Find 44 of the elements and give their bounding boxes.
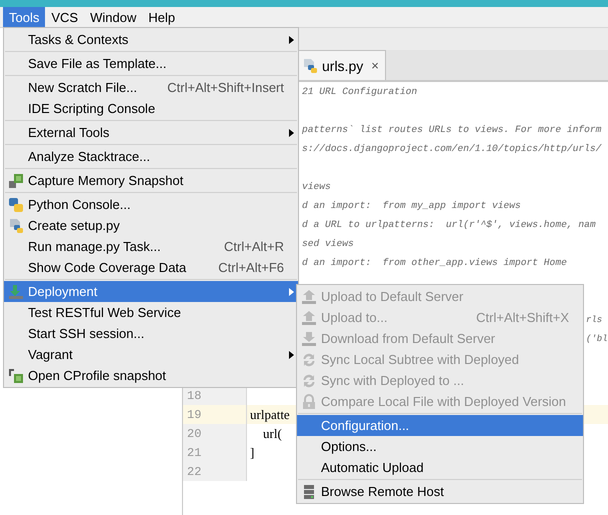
menu-item[interactable]: Test RESTful Web Service [4, 302, 298, 323]
menu-item[interactable]: Options... [297, 436, 583, 457]
menu-bar-item[interactable]: VCS [45, 7, 84, 27]
code-comment: d a URL to urlpatterns: url(r'^$', views.home, nam [302, 219, 596, 230]
menu-bar-item[interactable]: Tools [3, 7, 46, 27]
menu-item[interactable]: Python Console... [4, 194, 298, 215]
line-number: 20 [187, 426, 202, 440]
menu-item[interactable]: Configuration... [297, 415, 583, 436]
menu-item[interactable]: Automatic Upload [297, 457, 583, 478]
line-number: 19 [187, 408, 202, 422]
code-comment: d an import: from other_app.views import Home [302, 257, 567, 268]
menu-item[interactable]: Vagrant [4, 344, 298, 365]
menu-item[interactable]: Save File as Template... [4, 53, 298, 74]
menu-item[interactable]: External Tools [4, 122, 298, 143]
code-text: urlpatte [249, 406, 290, 422]
menu-item[interactable]: Tasks & Contexts [4, 29, 298, 50]
code-comment: rls [586, 314, 602, 324]
code-comment: d an import: from my_app import views [302, 200, 521, 211]
menu-item[interactable]: Capture Memory Snapshot [4, 170, 298, 191]
code-text: ] [249, 444, 254, 460]
menu-bar-item[interactable]: Help [142, 7, 182, 27]
menu-item[interactable]: New Scratch File... Ctrl+Alt+Shift+Insert [4, 77, 298, 98]
menu-item[interactable]: Browse Remote Host [297, 481, 583, 502]
line-number: 21 [187, 446, 202, 460]
code-comment: patterns` list routes URLs to views. For more inform [302, 124, 602, 135]
menu-item[interactable]: Create setup.py [4, 215, 298, 236]
menu-item[interactable]: Run manage.py Task... Ctrl+Alt+R [4, 236, 298, 257]
menu-item[interactable]: Deployment [4, 281, 298, 302]
line-number: 22 [187, 464, 202, 478]
code-comment: ('bl [586, 334, 608, 344]
menu-item[interactable]: Show Code Coverage Data Ctrl+Alt+F6 [4, 257, 298, 278]
code-comment: sed views [302, 238, 354, 249]
line-number: 18 [187, 388, 202, 402]
code-text: url( [262, 426, 282, 442]
menu-item[interactable]: Open CProfile snapshot [4, 365, 298, 386]
menu-item[interactable]: IDE Scripting Console [4, 98, 298, 119]
menu-item[interactable]: Start SSH session... [4, 323, 298, 344]
code-comment: s://docs.djangoproject.com/en/1.10/topics/http/urls/ [302, 143, 602, 154]
code-comment: views [302, 181, 331, 192]
close-icon[interactable]: × [371, 58, 379, 73]
menu-bar-item[interactable]: Window [84, 7, 142, 27]
menu-item[interactable]: Analyze Stacktrace... [4, 146, 298, 167]
code-comment: 21 URL Configuration [302, 86, 418, 97]
editor-tab[interactable]: urls.py × [296, 50, 386, 80]
